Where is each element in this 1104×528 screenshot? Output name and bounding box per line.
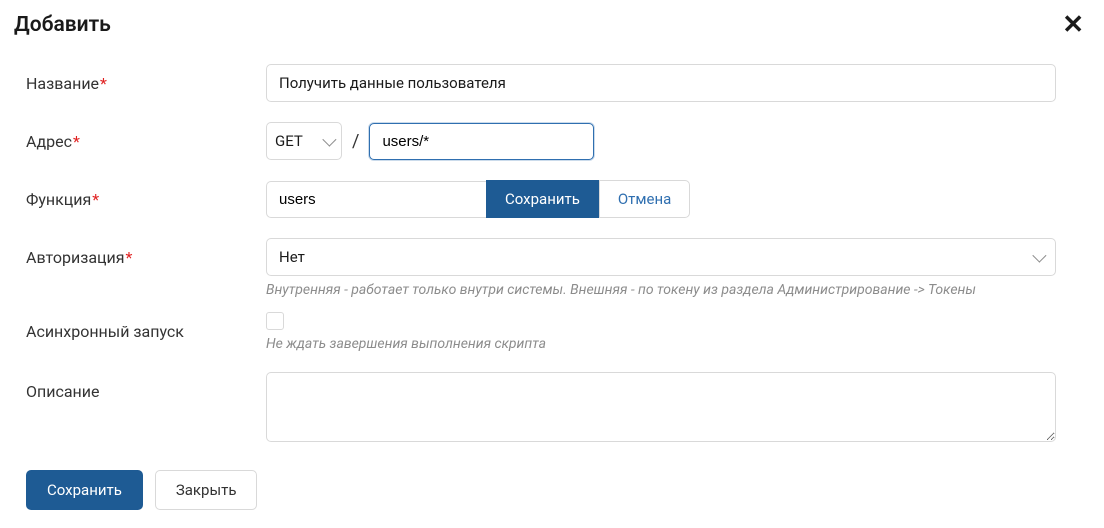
auth-hint: Внутренняя - работает только внутри сист… — [266, 282, 1056, 298]
inner-save-button[interactable]: Сохранить — [486, 180, 599, 218]
inner-cancel-button[interactable]: Отмена — [599, 180, 690, 218]
function-input[interactable] — [266, 181, 486, 218]
dialog-footer: Сохранить Закрыть — [14, 470, 1090, 510]
method-select[interactable]: GET — [266, 122, 342, 160]
label-function-text: Функция — [26, 190, 91, 209]
async-hint: Не ждать завершения выполнения скрипта — [266, 336, 1056, 352]
row-address: Адрес* GET / — [14, 122, 1090, 160]
dialog-title: Добавить — [14, 13, 111, 37]
row-async: Асинхронный запуск Не ждать завершения в… — [14, 312, 1090, 352]
row-name: Название* — [14, 64, 1090, 102]
auth-value: Нет — [279, 248, 305, 266]
method-value: GET — [275, 132, 303, 150]
row-auth: Авторизация* Нет Внутренняя - работает т… — [14, 238, 1090, 298]
close-icon[interactable]: ✕ — [1056, 10, 1090, 40]
chevron-down-icon — [322, 133, 336, 147]
save-button[interactable]: Сохранить — [26, 470, 143, 510]
required-mark: * — [126, 248, 133, 267]
row-description: Описание — [14, 372, 1090, 446]
path-input[interactable] — [369, 123, 594, 160]
description-textarea[interactable] — [266, 372, 1056, 442]
name-input[interactable] — [266, 64, 1056, 102]
label-auth: Авторизация* — [26, 238, 266, 267]
path-slash: / — [352, 131, 359, 152]
required-mark: * — [73, 132, 80, 151]
label-name-text: Название — [26, 74, 99, 93]
label-auth-text: Авторизация — [26, 248, 125, 267]
label-async: Асинхронный запуск — [26, 312, 266, 341]
dialog-header: Добавить ✕ — [14, 10, 1090, 40]
close-button[interactable]: Закрыть — [155, 470, 258, 510]
async-checkbox[interactable] — [266, 312, 284, 330]
label-address: Адрес* — [26, 122, 266, 151]
label-name: Название* — [26, 64, 266, 93]
required-mark: * — [100, 74, 107, 93]
required-mark: * — [92, 190, 99, 209]
auth-select[interactable]: Нет — [266, 238, 1056, 276]
label-description: Описание — [26, 372, 266, 401]
label-address-text: Адрес — [26, 132, 72, 151]
chevron-down-icon — [1032, 249, 1046, 263]
row-function: Функция* Сохранить Отмена — [14, 180, 1090, 218]
label-function: Функция* — [26, 180, 266, 209]
